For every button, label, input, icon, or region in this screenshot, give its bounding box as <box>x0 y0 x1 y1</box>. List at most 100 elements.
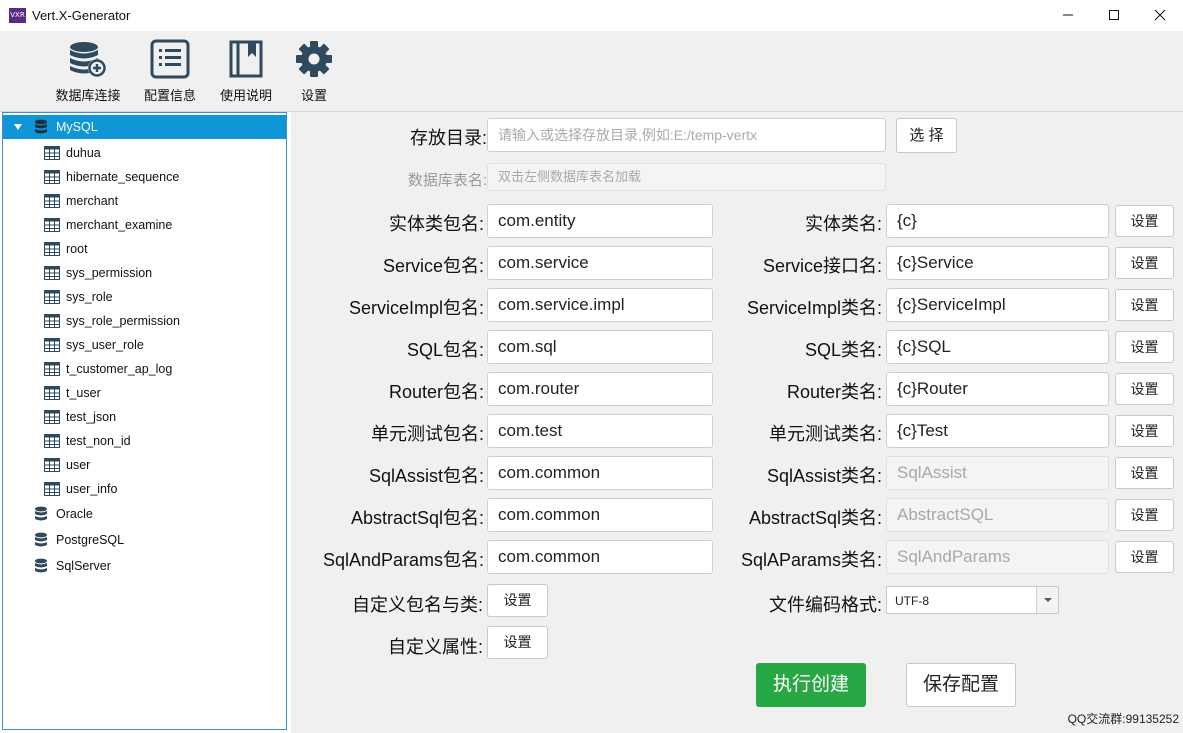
tree-table-item[interactable]: test_json <box>3 405 286 429</box>
tree-table-item[interactable]: root <box>3 237 286 261</box>
table-icon <box>44 242 60 256</box>
class-set-button[interactable]: 设置 <box>1115 331 1174 363</box>
package-label: Service包名: <box>382 256 484 276</box>
package-input[interactable]: com.common <box>487 498 713 532</box>
config-info-button[interactable]: 配置信息 <box>138 39 202 104</box>
tree-table-item[interactable]: user <box>3 453 286 477</box>
package-input[interactable]: com.entity <box>487 204 713 238</box>
custom-attr-set-button[interactable]: 设置 <box>487 626 548 659</box>
table-icon <box>44 170 60 184</box>
table-icon <box>44 386 60 400</box>
tree-table-label: user <box>66 458 91 472</box>
table-icon <box>44 434 60 448</box>
tree-table-item[interactable]: sys_role_permission <box>3 309 286 333</box>
package-input[interactable]: com.service <box>487 246 713 280</box>
table-icon <box>44 290 60 304</box>
tree-node-mysql[interactable]: MySQL <box>3 115 286 139</box>
database-icon <box>35 119 47 134</box>
class-name-label: Router类名: <box>786 382 882 402</box>
tree-table-item[interactable]: test_non_id <box>3 429 286 453</box>
tree-table-item[interactable]: sys_permission <box>3 261 286 285</box>
class-name-input[interactable]: {c}ServiceImpl <box>886 288 1109 322</box>
maximize-button[interactable] <box>1091 0 1137 31</box>
package-label: 实体类包名: <box>388 214 484 234</box>
manual-button[interactable]: 使用说明 <box>214 39 278 104</box>
package-label: SqlAndParams包名: <box>322 550 484 570</box>
class-name-label: SQL类名: <box>804 340 882 360</box>
dropdown-arrow[interactable] <box>1036 587 1058 613</box>
class-set-button[interactable]: 设置 <box>1115 499 1174 531</box>
encoding-select[interactable]: UTF-8 <box>886 586 1059 614</box>
package-label: SQL包名: <box>406 340 484 360</box>
class-name-label: AbstractSql类名: <box>748 508 882 528</box>
database-add-icon <box>70 42 106 77</box>
class-name-input[interactable]: {c}Router <box>886 372 1109 406</box>
execute-create-button[interactable]: 执行创建 <box>756 663 866 707</box>
book-icon <box>229 40 263 78</box>
class-set-button[interactable]: 设置 <box>1115 289 1174 321</box>
tree-table-label: sys_permission <box>66 266 153 280</box>
tree-table-label: merchant <box>66 194 119 208</box>
tree-table-item[interactable]: sys_role <box>3 285 286 309</box>
tree-table-label: sys_user_role <box>66 338 144 352</box>
tree-table-item[interactable]: user_info <box>3 477 286 501</box>
tree-table-label: merchant_examine <box>66 218 173 232</box>
dir-label: 存放目录: <box>409 128 487 148</box>
tree-table-item[interactable]: merchant_examine <box>3 213 286 237</box>
title-bar: VXR Vert.X-Generator <box>0 0 1183 31</box>
package-label: ServiceImpl包名: <box>348 298 484 318</box>
class-set-button[interactable]: 设置 <box>1115 247 1174 279</box>
app-logo: VXR <box>9 8 26 23</box>
table-icon <box>44 314 60 328</box>
tree-node-database[interactable]: PostgreSQL <box>3 528 286 552</box>
class-set-button[interactable]: 设置 <box>1115 205 1174 237</box>
custom-pkg-set-button[interactable]: 设置 <box>487 584 548 617</box>
tree-node-database[interactable]: SqlServer <box>3 554 286 578</box>
tree-table-item[interactable]: sys_user_role <box>3 333 286 357</box>
class-set-button[interactable]: 设置 <box>1115 457 1174 489</box>
tree-table-item[interactable]: duhua <box>3 141 286 165</box>
class-name-input: SqlAssist <box>886 456 1109 490</box>
tree-table-label: test_json <box>66 410 117 424</box>
tree-table-item[interactable]: hibernate_sequence <box>3 165 286 189</box>
close-button[interactable] <box>1137 0 1183 31</box>
tree-table-label: test_non_id <box>66 434 131 448</box>
minimize-button[interactable] <box>1045 0 1091 31</box>
package-input[interactable]: com.sql <box>487 330 713 364</box>
package-input[interactable]: com.common <box>487 456 713 490</box>
package-label: 单元测试包名: <box>370 424 484 444</box>
db-connect-button[interactable]: 数据库连接 <box>50 39 126 104</box>
class-set-button[interactable]: 设置 <box>1115 541 1174 573</box>
qq-group-note: QQ交流群:99135252 <box>1067 712 1179 726</box>
table-icon <box>44 482 60 496</box>
save-config-button[interactable]: 保存配置 <box>906 663 1016 707</box>
class-name-input[interactable]: {c}Test <box>886 414 1109 448</box>
tree-node-label: MySQL <box>56 120 98 134</box>
custom-pkg-label: 自定义包名与类: <box>351 595 483 615</box>
table-icon <box>44 410 60 424</box>
choose-dir-button[interactable]: 选 择 <box>896 118 957 153</box>
package-input[interactable]: com.common <box>487 540 713 574</box>
dir-input[interactable]: 请输入或选择存放目录,例如:E:/temp-vertx <box>487 118 886 152</box>
class-name-input[interactable]: {c}SQL <box>886 330 1109 364</box>
custom-attr-label: 自定义属性: <box>387 637 483 657</box>
class-name-input[interactable]: {c}Service <box>886 246 1109 280</box>
class-name-label: 实体类名: <box>804 214 882 234</box>
package-input[interactable]: com.test <box>487 414 713 448</box>
class-set-button[interactable]: 设置 <box>1115 415 1174 447</box>
package-input[interactable]: com.router <box>487 372 713 406</box>
tree-node-label: PostgreSQL <box>56 533 125 547</box>
class-set-button[interactable]: 设置 <box>1115 373 1174 405</box>
table-icon <box>44 218 60 232</box>
tree-table-label: root <box>66 242 88 256</box>
tree-table-item[interactable]: t_user <box>3 381 286 405</box>
class-name-input: SqlAndParams <box>886 540 1109 574</box>
tree-table-item[interactable]: t_customer_ap_log <box>3 357 286 381</box>
tree-node-database[interactable]: Oracle <box>3 502 286 526</box>
package-input[interactable]: com.service.impl <box>487 288 713 322</box>
tree-table-item[interactable]: merchant <box>3 189 286 213</box>
gear-icon <box>296 41 332 77</box>
settings-button[interactable]: 设置 <box>292 39 336 104</box>
class-name-input[interactable]: {c} <box>886 204 1109 238</box>
table-icon <box>44 266 60 280</box>
